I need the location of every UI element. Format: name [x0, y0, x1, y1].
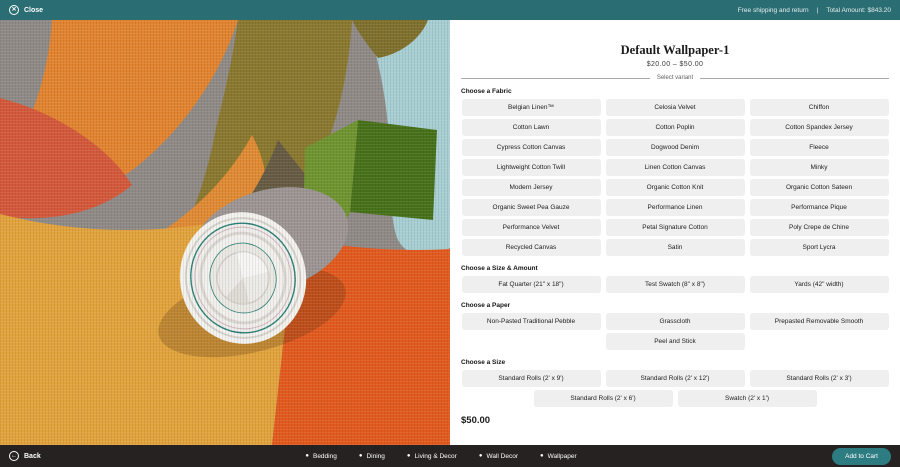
- category-label: Wallpaper: [547, 452, 577, 460]
- category-label: Dining: [366, 452, 385, 460]
- option-modern-jersey[interactable]: Modern Jersey: [461, 179, 601, 196]
- option-sport-lycra[interactable]: Sport Lycra: [749, 239, 889, 256]
- variant-divider: Select variant: [461, 75, 890, 81]
- option-minky[interactable]: Minky: [749, 159, 889, 176]
- divider-line: [461, 77, 650, 79]
- divider-line: [700, 77, 890, 79]
- variant-hint-label: Select variant: [656, 75, 694, 81]
- option-non-pasted-traditional-pebble[interactable]: Non-Pasted Traditional Pebble: [461, 313, 601, 330]
- dot-icon: ●: [539, 453, 544, 459]
- option-organic-sweet-pea-gauze[interactable]: Organic Sweet Pea Gauze: [461, 199, 601, 216]
- add-to-cart-button[interactable]: Add to Cart: [832, 447, 891, 465]
- option-petal-signature-cotton[interactable]: Petal Signature Cotton: [605, 219, 745, 236]
- option-standard-rolls-2-x-3[interactable]: Standard Rolls (2' x 3'): [749, 370, 889, 387]
- close-icon: ✕: [9, 5, 19, 15]
- option-standard-rolls-2-x-6[interactable]: Standard Rolls (2' x 6'): [533, 390, 673, 407]
- category-bedding[interactable]: ● Bedding: [305, 453, 336, 460]
- option-belgian-linen[interactable]: Belgian Linen™: [461, 99, 601, 116]
- option-recycled-canvas[interactable]: Recycled Canvas: [461, 239, 601, 256]
- paper-options: Non-Pasted Traditional Pebble Grasscloth P…: [461, 313, 889, 350]
- category-wallpaper[interactable]: ● Wallpaper: [540, 453, 577, 460]
- option-fleece[interactable]: Fleece: [749, 139, 889, 156]
- close-label: Close: [24, 6, 44, 14]
- option-celosia-velvet[interactable]: Celosia Velvet: [605, 99, 745, 116]
- dot-icon: ●: [305, 453, 309, 459]
- option-satin[interactable]: Satin: [605, 239, 745, 256]
- top-bar: ✕ Close Free shipping and return | Total…: [0, 0, 900, 20]
- option-performance-pique[interactable]: Performance Pique: [749, 199, 889, 216]
- close-button[interactable]: ✕ Close: [9, 5, 43, 15]
- total-amount: Total Amount: $843.20: [826, 6, 891, 14]
- back-label: Back: [24, 452, 41, 460]
- category-wall-decor[interactable]: ● Wall Decor: [479, 453, 518, 460]
- size-amount-options: Fat Quarter (21" x 18") Test Swatch (8" x…: [461, 276, 889, 293]
- option-poly-crepe-de-chine[interactable]: Poly Crepe de Chine: [749, 219, 889, 236]
- product-image: [0, 20, 450, 445]
- size-options: Standard Rolls (2' x 9') Standard Rolls (…: [461, 370, 889, 407]
- shipping-note: Free shipping and return: [737, 6, 809, 14]
- option-linen-cotton-canvas[interactable]: Linen Cotton Canvas: [605, 159, 745, 176]
- dot-icon: ●: [478, 453, 483, 459]
- option-cotton-poplin[interactable]: Cotton Poplin: [605, 119, 745, 136]
- option-standard-rolls-2-x-12[interactable]: Standard Rolls (2' x 12'): [605, 370, 745, 387]
- fabric-options: Belgian Linen™ Celosia Velvet Chiffon Cotto…: [461, 99, 889, 256]
- bottom-bar: ← Back ● Bedding ● Dining ● Living & Decor ● Wa…: [0, 445, 900, 467]
- option-chiffon[interactable]: Chiffon: [749, 99, 889, 116]
- topbar-separator: |: [816, 6, 819, 14]
- option-organic-cotton-knit[interactable]: Organic Cotton Knit: [605, 179, 745, 196]
- wallpaper-roll-image: [0, 20, 450, 445]
- option-peel-and-stick[interactable]: Peel and Stick: [605, 333, 745, 350]
- option-performance-velvet[interactable]: Performance Velvet: [461, 219, 601, 236]
- option-standard-rolls-2-x-9[interactable]: Standard Rolls (2' x 9'): [461, 370, 601, 387]
- category-living-decor[interactable]: ● Living & Decor: [407, 453, 457, 460]
- option-yards-42-width[interactable]: Yards (42" width): [749, 276, 889, 293]
- option-lightweight-cotton-twill[interactable]: Lightweight Cotton Twill: [461, 159, 601, 176]
- option-test-swatch-8-x-8[interactable]: Test Swatch (8" x 8"): [605, 276, 745, 293]
- option-dogwood-denim[interactable]: Dogwood Denim: [605, 139, 745, 156]
- price-range: $20.00 – $50.00: [646, 61, 704, 68]
- current-price: $50.00: [461, 415, 491, 426]
- option-cotton-spandex-jersey[interactable]: Cotton Spandex Jersey: [749, 119, 889, 136]
- option-cotton-lawn[interactable]: Cotton Lawn: [461, 119, 601, 136]
- section-label-size-amount: Choose a Size & Amount: [461, 265, 538, 272]
- option-swatch-2-x-1[interactable]: Swatch (2' x 1'): [677, 390, 817, 407]
- category-label: Living & Decor: [414, 452, 457, 460]
- option-performance-linen[interactable]: Performance Linen: [605, 199, 745, 216]
- category-nav: ● Bedding ● Dining ● Living & Decor ● Wall Deco…: [305, 453, 576, 460]
- page-title: Default Wallpaper-1: [620, 43, 730, 57]
- option-grasscloth[interactable]: Grasscloth: [605, 313, 745, 330]
- section-label-paper: Choose a Paper: [461, 302, 511, 309]
- option-fat-quarter-21-x-18[interactable]: Fat Quarter (21" x 18"): [461, 276, 601, 293]
- category-label: Wall Decor: [486, 452, 518, 460]
- product-options-panel: Default Wallpaper-1 $20.00 – $50.00 Sele…: [450, 20, 900, 445]
- category-label: Bedding: [312, 452, 337, 460]
- section-label-fabric: Choose a Fabric: [461, 88, 512, 95]
- option-prepasted-removable-smooth[interactable]: Prepasted Removable Smooth: [749, 313, 889, 330]
- section-label-size: Choose a Size: [461, 359, 506, 366]
- option-cypress-cotton-canvas[interactable]: Cypress Cotton Canvas: [461, 139, 601, 156]
- dot-icon: ●: [406, 453, 411, 459]
- category-dining[interactable]: ● Dining: [359, 453, 385, 460]
- option-organic-cotton-sateen[interactable]: Organic Cotton Sateen: [749, 179, 889, 196]
- back-button[interactable]: ← Back: [9, 451, 41, 461]
- arrow-left-icon: ←: [9, 451, 19, 461]
- dot-icon: ●: [358, 453, 363, 459]
